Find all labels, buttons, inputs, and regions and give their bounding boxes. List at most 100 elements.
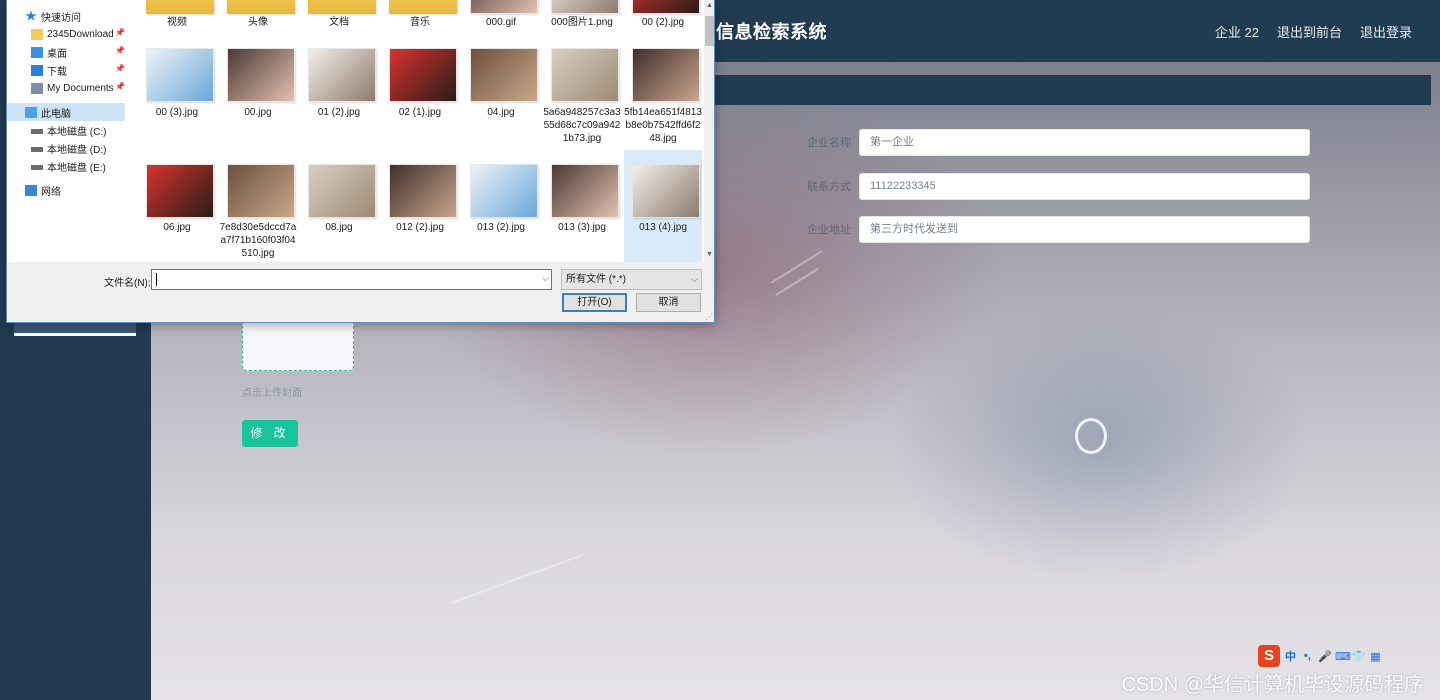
file-item[interactable]: 013 (3).jpg <box>543 150 621 262</box>
image-thumbnail <box>146 48 214 102</box>
file-item[interactable]: 06.jpg <box>138 150 216 262</box>
image-thumbnail <box>308 164 376 218</box>
contact-input[interactable]: 11122233345 <box>859 172 1310 200</box>
filename-label: 文件名(N): <box>104 278 151 289</box>
file-name: 文档 <box>329 17 349 28</box>
nav-item[interactable]: 本地磁盘 (D:) <box>7 139 131 157</box>
nav-item[interactable]: 下载 📌 <box>7 61 131 79</box>
file-open-dialog: 快速访问 2345Download 📌 桌面 📌 下载 📌 My Documents 📌 此电脑本… <box>6 0 715 323</box>
folder-icon <box>31 28 43 40</box>
file-item[interactable]: 012 (2).jpg <box>381 150 459 262</box>
background-decoration <box>450 554 583 604</box>
nav-item-label: 网络 <box>41 186 61 198</box>
file-name: 04.jpg <box>487 107 515 118</box>
file-item[interactable]: 013 (2).jpg <box>462 150 540 262</box>
scroll-up-icon[interactable]: ▲ <box>705 1 714 11</box>
file-name: 013 (4).jpg <box>639 222 687 233</box>
cancel-button[interactable]: 取消 <box>636 293 701 312</box>
file-item[interactable]: 5a6a948257c3a355d68c7c09a9421b73.jpg <box>543 34 621 150</box>
background-decoration <box>775 267 819 296</box>
address-label: 企业地址 <box>807 224 851 236</box>
upload-hint: 点击上传封面 <box>242 388 302 399</box>
file-name: 013 (2).jpg <box>477 222 525 233</box>
drive-icon <box>31 165 43 170</box>
ime-toolbox-icon[interactable]: ▦ <box>1369 650 1382 663</box>
scroll-down-icon[interactable]: ▼ <box>705 250 714 260</box>
file-item[interactable]: 01 (2).jpg <box>300 34 378 150</box>
nav-item[interactable]: 2345Download 📌 <box>7 25 131 43</box>
address-row: 企业地址 第三方时代发送到 <box>807 215 1311 243</box>
filename-input[interactable]: ⌵ <box>151 269 552 290</box>
background-decoration <box>1075 418 1107 454</box>
filetype-value: 所有文件 (*.*) <box>566 274 626 285</box>
nav-item[interactable]: 桌面 📌 <box>7 43 131 61</box>
chevron-down-icon[interactable]: ⌵ <box>542 273 549 284</box>
file-list-scrollbar[interactable]: ▲ ▼ <box>704 0 714 262</box>
ime-microphone-icon[interactable]: 🎤 <box>1318 650 1332 663</box>
file-name: 01 (2).jpg <box>317 107 361 118</box>
pin-icon: 📌 <box>115 46 125 55</box>
network-icon <box>25 184 37 196</box>
sogou-ime-icon[interactable]: S <box>1258 645 1280 667</box>
image-thumbnail <box>632 48 700 102</box>
file-name: 00 (3).jpg <box>155 107 199 118</box>
file-name: 视频 <box>167 17 187 28</box>
open-button[interactable]: 打开(O) <box>562 293 627 312</box>
folder-icon <box>146 0 214 14</box>
file-item[interactable]: 04.jpg <box>462 34 540 150</box>
file-item[interactable]: 08.jpg <box>300 150 378 262</box>
nav-item[interactable]: 本地磁盘 (E:) <box>7 157 131 175</box>
file-item[interactable]: 7e8d30e5dccd7aa7f71b160f03f04510.jpg <box>219 150 297 262</box>
text-caret <box>156 273 157 286</box>
file-item[interactable]: 013 (4).jpg <box>624 150 702 262</box>
ime-chinese-mode[interactable]: 中 <box>1284 648 1297 664</box>
file-name: 08.jpg <box>325 222 353 233</box>
chevron-down-icon: ⌵ <box>691 274 698 284</box>
file-item[interactable]: 00.jpg <box>219 34 297 150</box>
nav-item[interactable]: 此电脑 <box>7 103 125 121</box>
file-item[interactable]: 00 (3).jpg <box>138 34 216 150</box>
file-name: 音乐 <box>410 17 430 28</box>
file-name: 012 (2).jpg <box>396 222 444 233</box>
nav-item[interactable]: 快速访问 <box>7 7 131 25</box>
ime-keyboard-icon[interactable]: ⌨ <box>1335 650 1351 663</box>
pin-icon: 📌 <box>115 82 125 91</box>
ime-skin-icon[interactable]: 👕 <box>1352 650 1366 663</box>
company-name-row: 企业名称 第一企业 <box>807 128 1311 156</box>
company-name-input[interactable]: 第一企业 <box>859 128 1310 156</box>
address-input[interactable]: 第三方时代发送到 <box>859 215 1310 243</box>
nav-item-label: 本地磁盘 (C:) <box>47 126 107 138</box>
nav-exit-front-link[interactable]: 退出到前台 <box>1277 22 1342 41</box>
filetype-select[interactable]: 所有文件 (*.*) ⌵ <box>561 269 702 290</box>
resize-grip-icon[interactable]: ⋰ <box>705 312 713 321</box>
ime-punctuation-icon[interactable]: •, <box>1301 650 1314 662</box>
computer-icon <box>25 106 37 118</box>
top-nav: 企业 22 退出到前台 退出登录 <box>1215 22 1412 41</box>
scroll-thumb[interactable] <box>705 16 714 46</box>
nav-logout-link[interactable]: 退出登录 <box>1360 22 1412 41</box>
file-list: 视频 头像 文档 音乐 000.gif 000图片1.png 00 (2).jpg 00 (3… <box>134 0 704 262</box>
nav-item-label: 快速访问 <box>41 12 81 24</box>
nav-item-label: 下载 <box>47 66 67 78</box>
modify-button[interactable]: 修 改 <box>242 420 298 447</box>
nav-item-label: 本地磁盘 (D:) <box>47 144 107 156</box>
image-thumbnail <box>308 48 376 102</box>
nav-item-label: 此电脑 <box>41 108 71 120</box>
image-thumbnail <box>632 0 700 14</box>
nav-item[interactable]: My Documents 📌 <box>7 79 131 97</box>
nav-item[interactable]: 本地磁盘 (C:) <box>7 121 131 139</box>
file-item[interactable]: 02 (1).jpg <box>381 34 459 150</box>
file-item[interactable]: 5fb14ea651f4813b8e0b7542ffd6f248.jpg <box>624 34 702 150</box>
image-thumbnail <box>389 164 457 218</box>
drive-icon <box>31 129 43 134</box>
desktop-icon <box>31 46 43 58</box>
nav-item-label: My Documents <box>47 82 114 94</box>
nav-company-link[interactable]: 企业 22 <box>1215 22 1259 41</box>
folder-icon <box>227 0 295 14</box>
system-title: 信息检索系统 <box>716 22 827 42</box>
nav-item-label: 2345Download <box>47 28 114 40</box>
contact-label: 联系方式 <box>807 181 851 193</box>
nav-item[interactable]: 网络 <box>7 181 131 199</box>
file-name: 000图片1.png <box>551 17 613 28</box>
documents-icon <box>31 82 43 94</box>
